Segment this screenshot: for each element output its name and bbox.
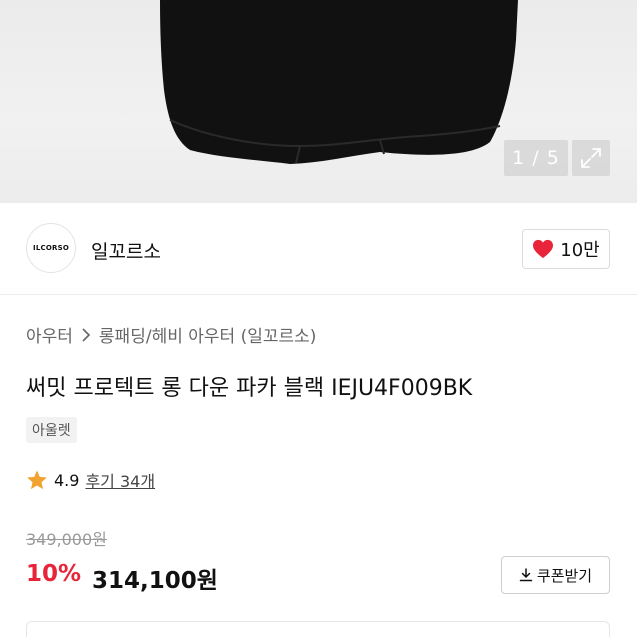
product-image-gallery[interactable]: 1 / 5 bbox=[0, 0, 637, 203]
original-price: 349,000원 bbox=[26, 530, 107, 549]
image-counter: 1 / 5 bbox=[504, 140, 568, 176]
chevron-right-icon bbox=[82, 327, 91, 342]
coupon-label: 쿠폰받기 bbox=[536, 566, 593, 585]
outlet-tag: 아울렛 bbox=[26, 417, 77, 443]
seller-row: ILCORSO 일꼬르소 10만 bbox=[0, 203, 637, 295]
rating-row: 4.9 후기 34개 bbox=[26, 468, 155, 492]
breadcrumb: 아우터 롱패딩/헤비 아우터 (일꼬르소) bbox=[26, 322, 316, 347]
coupon-button[interactable]: 쿠폰받기 bbox=[501, 556, 610, 594]
info-box bbox=[26, 621, 610, 637]
heart-icon bbox=[533, 239, 554, 259]
breadcrumb-subcategory[interactable]: 롱패딩/헤비 아우터 (일꼬르소) bbox=[99, 322, 316, 347]
sale-price: 314,100원 bbox=[92, 568, 218, 594]
review-count-link[interactable]: 후기 34개 bbox=[85, 468, 155, 492]
seller-name[interactable]: 일꼬르소 bbox=[91, 237, 161, 264]
download-icon bbox=[519, 568, 533, 582]
seller-logo-text: ILCORSO bbox=[33, 244, 69, 252]
breadcrumb-category[interactable]: 아우터 bbox=[26, 322, 73, 347]
seller-logo[interactable]: ILCORSO bbox=[26, 223, 76, 273]
product-title: 써밋 프로텍트 롱 다운 파카 블랙 IEJU4F009BK bbox=[26, 376, 473, 401]
discount-rate: 10% bbox=[26, 561, 82, 587]
like-count: 10만 bbox=[560, 240, 600, 261]
expand-icon bbox=[581, 148, 601, 168]
star-icon bbox=[27, 470, 47, 490]
rating-value: 4.9 bbox=[54, 470, 80, 490]
expand-button[interactable] bbox=[572, 140, 610, 176]
like-button[interactable]: 10만 bbox=[522, 229, 610, 269]
